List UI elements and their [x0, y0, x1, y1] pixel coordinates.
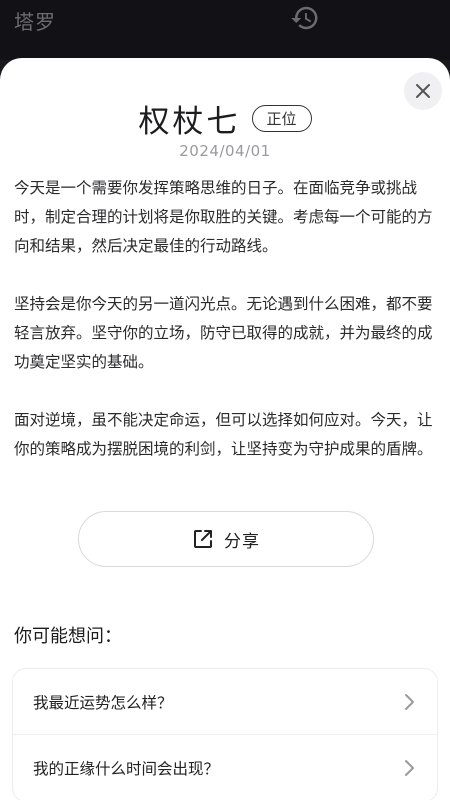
card-detail-sheet: 权杖七 正位 2024/04/01 今天是一个需要你发挥策略思维的日子。在面临竞…	[0, 58, 450, 800]
card-name: 权杖七	[138, 104, 241, 140]
history-icon[interactable]	[290, 3, 320, 33]
faq-title: 你可能想问：	[14, 626, 122, 647]
reading-paragraph: 今天是一个需要你发挥策略思维的日子。在面临竞争或挑战时，制定合理的计划将是你取胜…	[14, 179, 433, 255]
faq-item[interactable]: 我的正缘什么时间会出现？	[13, 735, 437, 800]
faq-list: 我最近运势怎么样？ 我的正缘什么时间会出现？	[12, 668, 438, 800]
share-icon	[194, 530, 212, 548]
orientation-badge: 正位	[251, 105, 312, 132]
app-title: 塔罗	[14, 10, 56, 34]
chevron-right-icon	[405, 693, 414, 710]
top-bar: 塔罗	[0, 0, 450, 60]
chevron-right-icon	[405, 759, 414, 776]
share-label: 分享	[224, 531, 260, 552]
reading-paragraph: 坚持会是你今天的另一道闪光点。无论遇到什么困难，都不要轻言放弃。坚守你的立场，防…	[14, 295, 433, 371]
reading-date: 2024/04/01	[179, 142, 271, 160]
faq-question: 我的正缘什么时间会出现？	[33, 759, 220, 778]
faq-item[interactable]: 我最近运势怎么样？	[13, 669, 437, 735]
share-button[interactable]: 分享	[78, 511, 374, 567]
faq-question: 我最近运势怎么样？	[33, 693, 173, 712]
card-header: 权杖七 正位	[0, 96, 450, 141]
reading-text: 今天是一个需要你发挥策略思维的日子。在面临竞争或挑战时，制定合理的计划将是你取胜…	[14, 174, 438, 493]
reading-paragraph: 面对逆境，虽不能决定命运，但可以选择如何应对。今天，让你的策略成为摆脱困境的利剑…	[14, 411, 433, 458]
